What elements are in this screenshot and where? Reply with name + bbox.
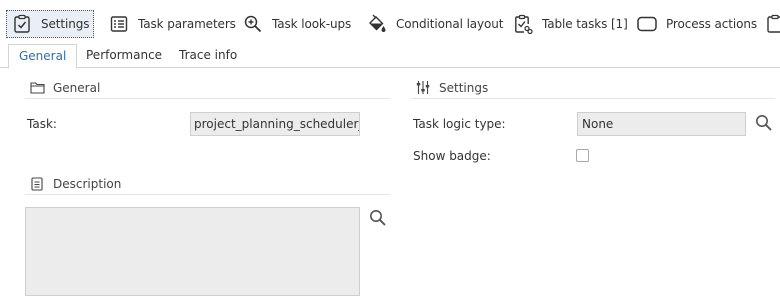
description-section-title: Description [53,176,122,191]
paint-bucket-icon [366,13,388,35]
toolbar-conditional-layout-button[interactable]: Conditional layout [362,10,507,38]
checklist-icon [11,13,33,35]
toolbar-task-lookups-button[interactable]: Task look-ups [238,10,355,38]
zoom-in-icon [242,13,264,35]
description-section-header: Description [25,173,390,195]
general-section-title: General [53,80,101,95]
task-field[interactable]: project_planning_scheduler_operations [190,112,360,136]
checklist-link-icon [512,13,534,35]
toolbar-task-lookups-label: Task look-ups [272,17,352,31]
document-icon [29,176,45,192]
toolbar-task-parameters-button[interactable]: Task parameters [104,10,240,38]
task-logic-type-field[interactable]: None [577,112,746,136]
toolbar-settings-label: Settings [41,17,90,31]
search-icon [755,114,773,135]
toolbar-process-actions-label: Process actions [666,17,758,31]
sliders-icon [415,80,431,96]
tab-trace-info[interactable]: Trace info [179,44,237,68]
toolbar-conditional-layout-label: Conditional layout [396,17,504,31]
description-textarea[interactable] [25,207,360,296]
general-section-header: General [25,77,390,99]
toolbar-overflow-button[interactable] [760,10,780,38]
search-icon [369,209,387,230]
rounded-rect-icon [636,13,658,35]
tab-performance[interactable]: Performance [86,44,162,68]
toolbar-task-parameters-label: Task parameters [138,17,236,31]
show-badge-checkbox[interactable] [576,149,589,162]
show-badge-label: Show badge: [413,149,491,163]
toolbar-table-tasks-button[interactable]: Table tasks [1] [508,10,632,38]
tab-bar: General Performance Trace info [0,44,780,69]
checklist-icon [764,13,780,35]
task-logic-type-search-button[interactable] [754,114,774,134]
toolbar: Settings Task parameters Task look-ups C… [0,0,780,42]
settings-section-header: Settings [411,77,775,99]
folder-icon [29,80,45,96]
description-search-button[interactable] [368,209,388,229]
toolbar-table-tasks-label: Table tasks [1] [542,17,628,31]
table-list-icon [108,13,130,35]
toolbar-settings-button[interactable]: Settings [6,10,95,38]
task-field-label: Task: [27,117,57,131]
toolbar-process-actions-button[interactable]: Process actions [632,10,761,38]
settings-section-title: Settings [439,80,489,95]
task-logic-type-label: Task logic type: [413,117,506,131]
tab-general[interactable]: General [8,44,78,69]
